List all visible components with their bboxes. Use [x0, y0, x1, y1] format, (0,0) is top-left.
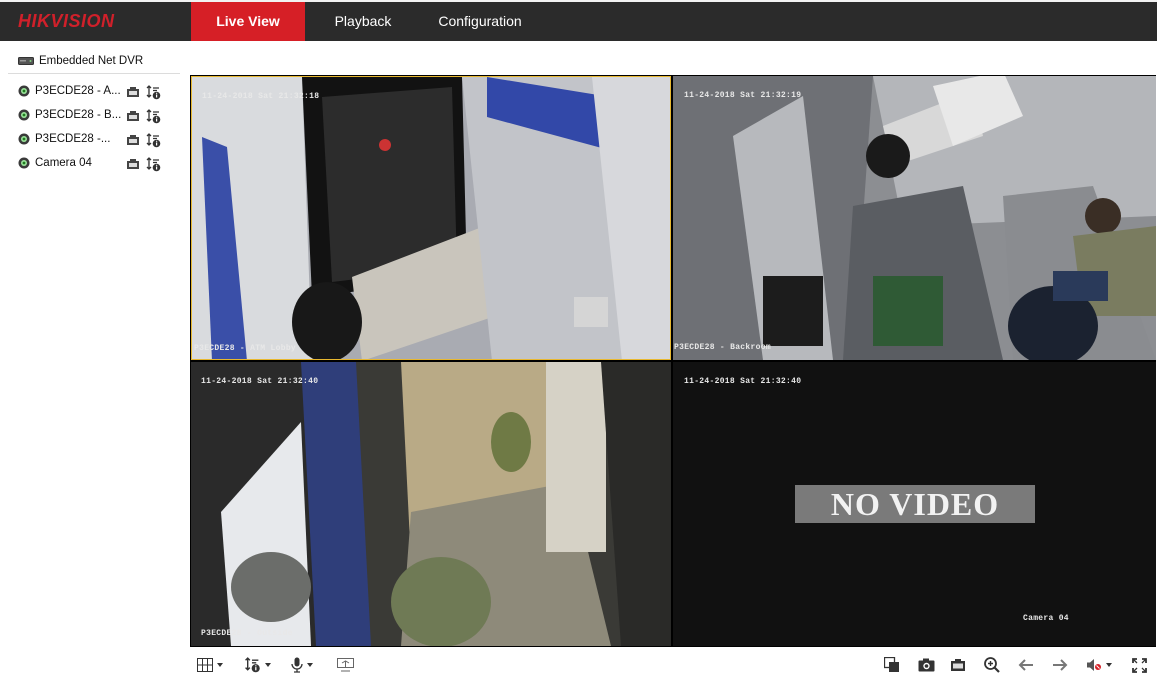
- sidebar-divider: [8, 73, 180, 74]
- video-tile-3[interactable]: 11-24-2018 Sat 21:32:40 P3ECDE28 - Outsi…: [191, 362, 671, 646]
- device-tree-root[interactable]: Embedded Net DVR: [18, 55, 143, 67]
- two-way-audio-button[interactable]: [291, 657, 313, 673]
- fullscreen-icon: [1132, 657, 1147, 673]
- chevron-down-icon: [217, 663, 223, 667]
- chevron-down-icon: [1106, 663, 1112, 667]
- dvr-device-icon: [18, 57, 34, 65]
- osd-timestamp: 11-24-2018 Sat 21:32:19: [684, 91, 802, 100]
- camera-list-item[interactable]: P3ECDE28 -...: [18, 133, 164, 148]
- camera-list-item[interactable]: P3ECDE28 - A...: [18, 85, 164, 100]
- video-tile-2[interactable]: 11-24-2018 Sat 21:32:19 P3ECDE28 - Backr…: [673, 76, 1156, 360]
- chevron-down-icon: [265, 663, 271, 667]
- record-icon[interactable]: [126, 134, 140, 146]
- stop-all-live-view-button[interactable]: [884, 657, 900, 673]
- window-layout-button[interactable]: [197, 657, 223, 673]
- microphone-icon: [291, 657, 303, 673]
- record-icon[interactable]: [126, 86, 140, 98]
- camera-feed-image: [192, 77, 670, 359]
- osd-channel-name: P3ECDE28 - Outside: [201, 629, 293, 638]
- video-record-icon: [951, 659, 965, 671]
- camera-feed-image: [673, 76, 1156, 360]
- record-all-button[interactable]: [950, 657, 966, 673]
- speaker-muted-icon: [1087, 659, 1101, 671]
- camera-name: P3ECDE28 - B...: [35, 109, 122, 121]
- camera-name: P3ECDE28 - A...: [35, 85, 121, 97]
- camera-icon: [18, 133, 30, 145]
- tab-configuration[interactable]: Configuration: [425, 2, 535, 41]
- osd-channel-name: Camera 04: [1023, 614, 1069, 623]
- tab-playback[interactable]: Playback: [318, 2, 408, 41]
- camera-icon: [18, 85, 30, 97]
- osd-timestamp: 11-24-2018 Sat 21:32:40: [684, 377, 802, 386]
- stream-info-icon: [245, 657, 260, 673]
- ptz-control-button[interactable]: [337, 657, 354, 673]
- snapshot-camera-icon: [918, 658, 935, 672]
- record-icon[interactable]: [126, 158, 140, 170]
- arrow-left-icon: [1018, 659, 1033, 671]
- fullscreen-button[interactable]: [1132, 657, 1147, 673]
- osd-channel-name: P3ECDE28 - ATM Lobby: [194, 344, 297, 353]
- camera-feed-image: [191, 362, 671, 646]
- camera-name: Camera 04: [35, 157, 92, 169]
- zoom-in-icon: [984, 657, 1000, 673]
- capture-button[interactable]: [918, 657, 935, 673]
- camera-icon: [18, 109, 30, 121]
- device-name: Embedded Net DVR: [39, 55, 144, 67]
- record-icon[interactable]: [126, 110, 140, 122]
- ptz-info-icon[interactable]: [146, 109, 161, 124]
- multi-window-icon: [884, 657, 899, 672]
- video-tile-1[interactable]: 11-24-2018 Sat 21:32:18 P3ECDE28 - ATM L…: [191, 76, 671, 360]
- ptz-info-icon[interactable]: [146, 133, 161, 148]
- hikvision-logo: HIKVISION: [18, 11, 115, 31]
- ptz-info-icon[interactable]: [146, 157, 161, 172]
- camera-icon: [18, 157, 30, 169]
- no-video-label: NO VIDEO: [795, 485, 1035, 523]
- grid-layout-icon: [197, 658, 213, 672]
- arrow-right-icon: [1053, 659, 1068, 671]
- stream-type-button[interactable]: [244, 657, 271, 673]
- osd-timestamp: 11-24-2018 Sat 21:32:40: [201, 377, 319, 386]
- camera-list-item[interactable]: Camera 04: [18, 157, 164, 172]
- digital-zoom-button[interactable]: [984, 657, 1000, 673]
- camera-name: P3ECDE28 -...: [35, 133, 111, 145]
- volume-button[interactable]: [1086, 657, 1112, 673]
- tab-live-view[interactable]: Live View: [191, 2, 305, 41]
- ptz-camera-icon: [337, 658, 354, 672]
- osd-channel-name: P3ECDE28 - Backroom: [674, 343, 771, 352]
- next-page-button[interactable]: [1052, 657, 1068, 673]
- camera-list-item[interactable]: P3ECDE28 - B...: [18, 109, 164, 124]
- live-view-toolbar: [190, 649, 1157, 682]
- chevron-down-icon: [307, 663, 313, 667]
- previous-page-button[interactable]: [1018, 657, 1034, 673]
- ptz-info-icon[interactable]: [146, 85, 161, 100]
- osd-timestamp: 11-24-2018 Sat 21:32:18: [202, 92, 320, 101]
- top-navigation-bar: HIKVISION Live View Playback Configurati…: [0, 0, 1157, 41]
